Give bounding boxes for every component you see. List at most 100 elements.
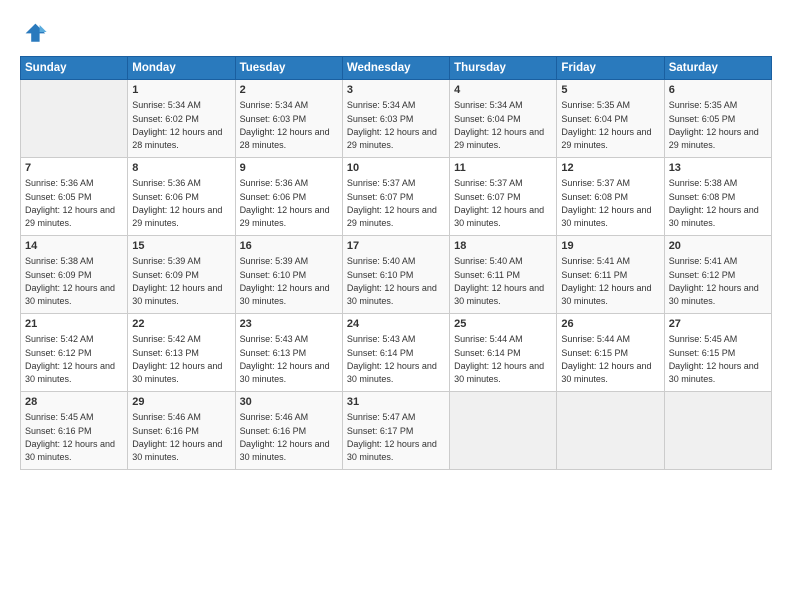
- calendar-table: SundayMondayTuesdayWednesdayThursdayFrid…: [20, 56, 772, 470]
- calendar-day-cell: 4 Sunrise: 5:34 AMSunset: 6:04 PMDayligh…: [450, 80, 557, 158]
- day-detail: Sunrise: 5:47 AMSunset: 6:17 PMDaylight:…: [347, 412, 437, 462]
- calendar-day-cell: 21 Sunrise: 5:42 AMSunset: 6:12 PMDaylig…: [21, 314, 128, 392]
- calendar-day-cell: 25 Sunrise: 5:44 AMSunset: 6:14 PMDaylig…: [450, 314, 557, 392]
- calendar-day-cell: 5 Sunrise: 5:35 AMSunset: 6:04 PMDayligh…: [557, 80, 664, 158]
- weekday-header: Saturday: [664, 57, 771, 80]
- calendar-day-cell: 15 Sunrise: 5:39 AMSunset: 6:09 PMDaylig…: [128, 236, 235, 314]
- day-detail: Sunrise: 5:42 AMSunset: 6:12 PMDaylight:…: [25, 334, 115, 384]
- calendar-week-row: 1 Sunrise: 5:34 AMSunset: 6:02 PMDayligh…: [21, 80, 772, 158]
- day-number: 6: [669, 83, 767, 98]
- calendar-day-cell: [21, 80, 128, 158]
- day-number: 10: [347, 161, 445, 176]
- day-detail: Sunrise: 5:45 AMSunset: 6:16 PMDaylight:…: [25, 412, 115, 462]
- day-detail: Sunrise: 5:40 AMSunset: 6:11 PMDaylight:…: [454, 256, 544, 306]
- calendar-day-cell: 17 Sunrise: 5:40 AMSunset: 6:10 PMDaylig…: [342, 236, 449, 314]
- day-number: 13: [669, 161, 767, 176]
- day-number: 21: [25, 317, 123, 332]
- calendar-day-cell: 19 Sunrise: 5:41 AMSunset: 6:11 PMDaylig…: [557, 236, 664, 314]
- day-detail: Sunrise: 5:35 AMSunset: 6:04 PMDaylight:…: [561, 100, 651, 150]
- day-number: 29: [132, 395, 230, 410]
- calendar-day-cell: 8 Sunrise: 5:36 AMSunset: 6:06 PMDayligh…: [128, 158, 235, 236]
- weekday-header: Thursday: [450, 57, 557, 80]
- day-number: 26: [561, 317, 659, 332]
- day-detail: Sunrise: 5:38 AMSunset: 6:08 PMDaylight:…: [669, 178, 759, 228]
- calendar-day-cell: 24 Sunrise: 5:43 AMSunset: 6:14 PMDaylig…: [342, 314, 449, 392]
- day-detail: Sunrise: 5:46 AMSunset: 6:16 PMDaylight:…: [240, 412, 330, 462]
- day-number: 17: [347, 239, 445, 254]
- day-number: 25: [454, 317, 552, 332]
- calendar-day-cell: 6 Sunrise: 5:35 AMSunset: 6:05 PMDayligh…: [664, 80, 771, 158]
- day-detail: Sunrise: 5:38 AMSunset: 6:09 PMDaylight:…: [25, 256, 115, 306]
- calendar-day-cell: 27 Sunrise: 5:45 AMSunset: 6:15 PMDaylig…: [664, 314, 771, 392]
- day-number: 16: [240, 239, 338, 254]
- calendar-day-cell: 11 Sunrise: 5:37 AMSunset: 6:07 PMDaylig…: [450, 158, 557, 236]
- day-number: 3: [347, 83, 445, 98]
- day-detail: Sunrise: 5:45 AMSunset: 6:15 PMDaylight:…: [669, 334, 759, 384]
- day-detail: Sunrise: 5:39 AMSunset: 6:10 PMDaylight:…: [240, 256, 330, 306]
- day-number: 30: [240, 395, 338, 410]
- day-number: 12: [561, 161, 659, 176]
- calendar-body: 1 Sunrise: 5:34 AMSunset: 6:02 PMDayligh…: [21, 80, 772, 470]
- day-number: 8: [132, 161, 230, 176]
- calendar-day-cell: [557, 392, 664, 470]
- day-detail: Sunrise: 5:36 AMSunset: 6:06 PMDaylight:…: [132, 178, 222, 228]
- day-number: 19: [561, 239, 659, 254]
- calendar-day-cell: 26 Sunrise: 5:44 AMSunset: 6:15 PMDaylig…: [557, 314, 664, 392]
- logo: [20, 18, 52, 46]
- day-detail: Sunrise: 5:44 AMSunset: 6:15 PMDaylight:…: [561, 334, 651, 384]
- day-number: 5: [561, 83, 659, 98]
- weekday-header: Monday: [128, 57, 235, 80]
- calendar-day-cell: 30 Sunrise: 5:46 AMSunset: 6:16 PMDaylig…: [235, 392, 342, 470]
- day-detail: Sunrise: 5:36 AMSunset: 6:05 PMDaylight:…: [25, 178, 115, 228]
- day-number: 2: [240, 83, 338, 98]
- day-detail: Sunrise: 5:39 AMSunset: 6:09 PMDaylight:…: [132, 256, 222, 306]
- calendar-day-cell: 20 Sunrise: 5:41 AMSunset: 6:12 PMDaylig…: [664, 236, 771, 314]
- calendar-week-row: 28 Sunrise: 5:45 AMSunset: 6:16 PMDaylig…: [21, 392, 772, 470]
- day-detail: Sunrise: 5:34 AMSunset: 6:02 PMDaylight:…: [132, 100, 222, 150]
- day-number: 11: [454, 161, 552, 176]
- day-number: 15: [132, 239, 230, 254]
- logo-icon: [20, 18, 48, 46]
- weekday-row: SundayMondayTuesdayWednesdayThursdayFrid…: [21, 57, 772, 80]
- day-detail: Sunrise: 5:46 AMSunset: 6:16 PMDaylight:…: [132, 412, 222, 462]
- calendar-day-cell: [664, 392, 771, 470]
- calendar-day-cell: 31 Sunrise: 5:47 AMSunset: 6:17 PMDaylig…: [342, 392, 449, 470]
- day-detail: Sunrise: 5:41 AMSunset: 6:12 PMDaylight:…: [669, 256, 759, 306]
- calendar-week-row: 14 Sunrise: 5:38 AMSunset: 6:09 PMDaylig…: [21, 236, 772, 314]
- day-number: 24: [347, 317, 445, 332]
- day-detail: Sunrise: 5:35 AMSunset: 6:05 PMDaylight:…: [669, 100, 759, 150]
- weekday-header: Sunday: [21, 57, 128, 80]
- header: [20, 18, 772, 46]
- calendar-page: SundayMondayTuesdayWednesdayThursdayFrid…: [0, 0, 792, 612]
- day-number: 4: [454, 83, 552, 98]
- day-number: 18: [454, 239, 552, 254]
- calendar-week-row: 21 Sunrise: 5:42 AMSunset: 6:12 PMDaylig…: [21, 314, 772, 392]
- weekday-header: Wednesday: [342, 57, 449, 80]
- day-number: 28: [25, 395, 123, 410]
- day-number: 1: [132, 83, 230, 98]
- day-detail: Sunrise: 5:34 AMSunset: 6:03 PMDaylight:…: [240, 100, 330, 150]
- calendar-day-cell: 3 Sunrise: 5:34 AMSunset: 6:03 PMDayligh…: [342, 80, 449, 158]
- day-detail: Sunrise: 5:42 AMSunset: 6:13 PMDaylight:…: [132, 334, 222, 384]
- day-detail: Sunrise: 5:41 AMSunset: 6:11 PMDaylight:…: [561, 256, 651, 306]
- calendar-day-cell: 23 Sunrise: 5:43 AMSunset: 6:13 PMDaylig…: [235, 314, 342, 392]
- day-number: 7: [25, 161, 123, 176]
- day-detail: Sunrise: 5:34 AMSunset: 6:04 PMDaylight:…: [454, 100, 544, 150]
- calendar-day-cell: 22 Sunrise: 5:42 AMSunset: 6:13 PMDaylig…: [128, 314, 235, 392]
- day-number: 22: [132, 317, 230, 332]
- calendar-day-cell: 7 Sunrise: 5:36 AMSunset: 6:05 PMDayligh…: [21, 158, 128, 236]
- calendar-week-row: 7 Sunrise: 5:36 AMSunset: 6:05 PMDayligh…: [21, 158, 772, 236]
- weekday-header: Friday: [557, 57, 664, 80]
- calendar-day-cell: 10 Sunrise: 5:37 AMSunset: 6:07 PMDaylig…: [342, 158, 449, 236]
- day-detail: Sunrise: 5:37 AMSunset: 6:07 PMDaylight:…: [347, 178, 437, 228]
- calendar-header: SundayMondayTuesdayWednesdayThursdayFrid…: [21, 57, 772, 80]
- day-number: 31: [347, 395, 445, 410]
- day-number: 14: [25, 239, 123, 254]
- calendar-day-cell: 13 Sunrise: 5:38 AMSunset: 6:08 PMDaylig…: [664, 158, 771, 236]
- day-detail: Sunrise: 5:43 AMSunset: 6:14 PMDaylight:…: [347, 334, 437, 384]
- calendar-day-cell: 18 Sunrise: 5:40 AMSunset: 6:11 PMDaylig…: [450, 236, 557, 314]
- day-detail: Sunrise: 5:36 AMSunset: 6:06 PMDaylight:…: [240, 178, 330, 228]
- day-detail: Sunrise: 5:40 AMSunset: 6:10 PMDaylight:…: [347, 256, 437, 306]
- calendar-day-cell: 1 Sunrise: 5:34 AMSunset: 6:02 PMDayligh…: [128, 80, 235, 158]
- calendar-day-cell: 29 Sunrise: 5:46 AMSunset: 6:16 PMDaylig…: [128, 392, 235, 470]
